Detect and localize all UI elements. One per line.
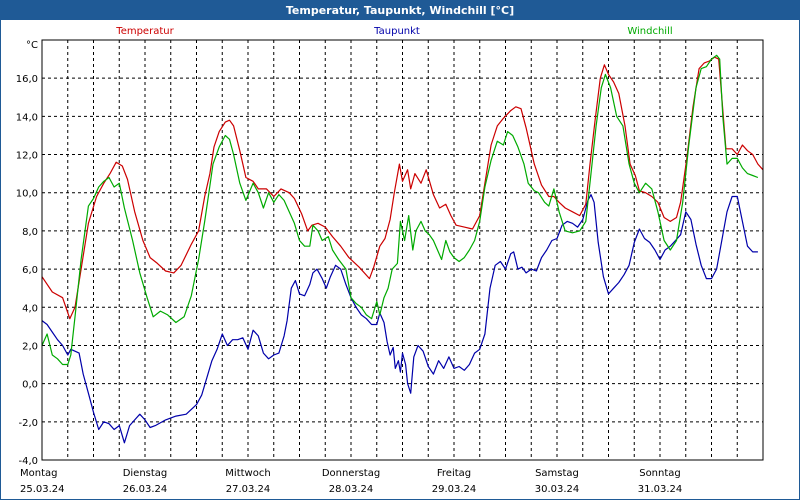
x-tick-date: 30.03.24 bbox=[535, 484, 580, 495]
y-tick-label: 16,0 bbox=[16, 74, 38, 85]
x-tick-date: 28.03.24 bbox=[329, 484, 374, 495]
series-line-windchill bbox=[41, 54, 759, 366]
y-tick-label: -4,0 bbox=[18, 456, 38, 467]
y-tick-label: 10,0 bbox=[16, 189, 38, 200]
legend-entry-taupunkt: Taupunkt bbox=[373, 26, 420, 37]
y-tick-label: 4,0 bbox=[22, 303, 38, 314]
x-tick-date: 25.03.24 bbox=[20, 484, 65, 495]
y-tick-label: 2,0 bbox=[22, 341, 38, 352]
y-tick-label: 8,0 bbox=[22, 227, 38, 238]
x-tick-day: Sonntag bbox=[639, 468, 681, 479]
y-tick-labels: -4,0 -2,0 0,0 2,0 4,0 6,0 8,0 10,0 12,0 14,0 16,0 bbox=[16, 74, 38, 467]
line-chart: -4,0-2,00,02,04,06,08,010,012,014,016,0 … bbox=[16, 26, 764, 495]
y-axis-unit: °C bbox=[26, 40, 38, 51]
x-tick-date: 29.03.24 bbox=[432, 484, 477, 495]
legend-entry-windchill: Windchill bbox=[627, 26, 672, 37]
x-tick-day: Dienstag bbox=[123, 468, 168, 479]
x-tick-day: Freitag bbox=[437, 468, 471, 479]
x-tick-date: 27.03.24 bbox=[226, 484, 271, 495]
x-tick-day: Donnerstag bbox=[322, 468, 380, 479]
x-tick-date: 26.03.24 bbox=[123, 484, 168, 495]
y-tick-label: 14,0 bbox=[16, 112, 38, 123]
x-tick-date: 31.03.24 bbox=[638, 484, 683, 495]
legend-entry-temperatur: Temperatur bbox=[115, 26, 174, 37]
x-tick-day: Montag bbox=[20, 468, 57, 479]
x-tick-day: Samstag bbox=[535, 468, 579, 479]
y-tick-label: 6,0 bbox=[22, 265, 38, 276]
y-tick-label: 0,0 bbox=[22, 380, 38, 391]
y-tick-label: 12,0 bbox=[16, 151, 38, 162]
legend: Temperatur Taupunkt Windchill bbox=[115, 26, 672, 37]
x-tick-day: Mittwoch bbox=[225, 468, 270, 479]
x-tick-labels: Montag 25.03.24 Dienstag 26.03.24 Mittwoch 27… bbox=[20, 468, 682, 495]
y-tick-label: -2,0 bbox=[18, 418, 38, 429]
